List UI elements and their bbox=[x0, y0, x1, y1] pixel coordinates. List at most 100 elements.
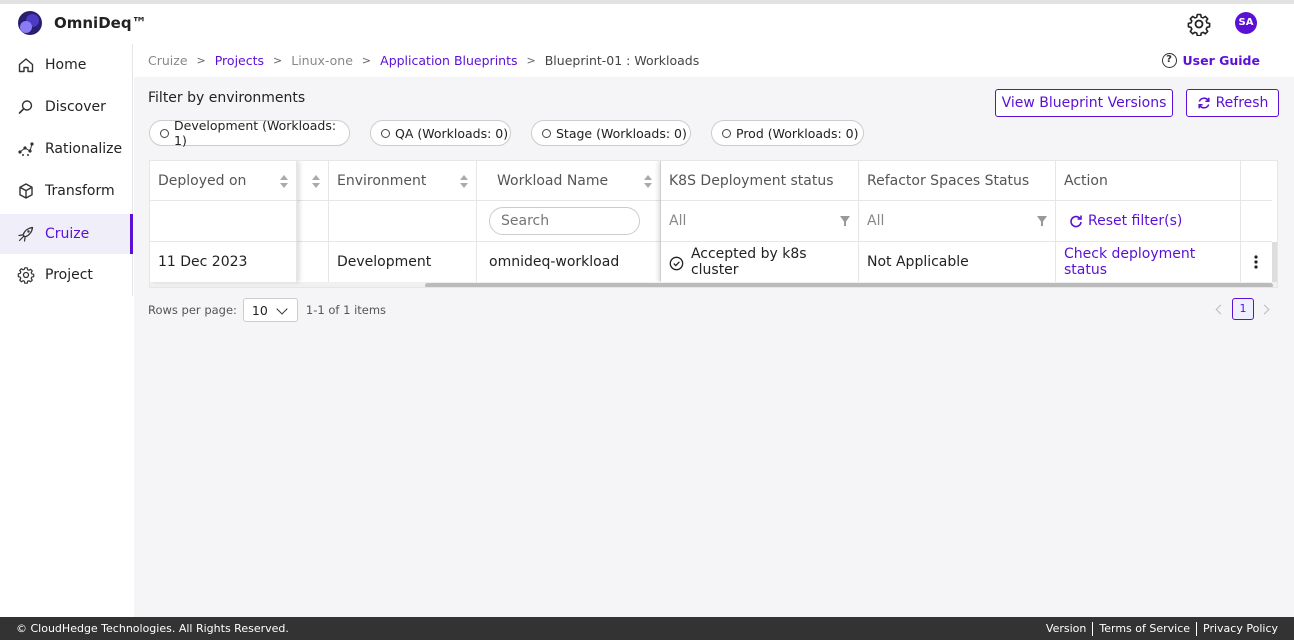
cell-refactor-status: Not Applicable bbox=[867, 254, 969, 270]
user-avatar[interactable]: SA bbox=[1235, 12, 1257, 34]
filter-value: All bbox=[669, 213, 687, 229]
header-label: Action bbox=[1064, 172, 1108, 189]
sidebar-item-home[interactable]: Home bbox=[0, 45, 133, 85]
rows-per-page-value: 10 bbox=[251, 302, 268, 318]
header-k8s-status: K8S Deployment status bbox=[661, 161, 858, 201]
settings-gear-icon[interactable] bbox=[1187, 12, 1211, 36]
sidebar-item-transform[interactable]: Transform bbox=[0, 171, 133, 211]
sort-icon[interactable] bbox=[312, 175, 320, 189]
filter-funnel-icon[interactable] bbox=[840, 216, 850, 226]
sidebar-item-rationalize[interactable]: Rationalize bbox=[0, 129, 133, 169]
rationalize-icon bbox=[18, 142, 34, 156]
row-actions-menu[interactable] bbox=[1241, 242, 1272, 282]
cell-k8s-status: Accepted by k8s cluster bbox=[661, 242, 858, 282]
sidebar-item-label: Home bbox=[45, 57, 87, 73]
chevron-right-icon: > bbox=[526, 54, 536, 67]
workloads-table: Deployed on 11 Dec 2023 Environment Deve… bbox=[149, 160, 1278, 288]
sidebar-item-project[interactable]: Project bbox=[0, 255, 133, 295]
header-environment[interactable]: Environment bbox=[329, 161, 476, 201]
vertical-scrollbar[interactable] bbox=[1272, 242, 1277, 282]
workload-search-input[interactable] bbox=[489, 207, 640, 235]
discover-icon bbox=[18, 100, 33, 114]
column-unnamed bbox=[297, 161, 329, 282]
column-refactor-status: Refactor Spaces Status All Not Applicabl… bbox=[859, 161, 1056, 282]
sort-icon[interactable] bbox=[280, 175, 288, 189]
header-deployed-on[interactable]: Deployed on bbox=[150, 161, 296, 201]
brand-name[interactable]: OmniDeq™ bbox=[54, 14, 147, 32]
reset-filters-label: Reset filter(s) bbox=[1088, 213, 1183, 229]
header-workload-name[interactable]: Workload Name bbox=[477, 161, 660, 201]
check-circle-icon bbox=[669, 256, 684, 270]
chip-label: Prod (Workloads: 0) bbox=[736, 125, 859, 141]
chevron-right-icon: > bbox=[273, 54, 283, 67]
footer: © CloudHedge Technologies. All Rights Re… bbox=[0, 617, 1294, 640]
filter-value: All bbox=[867, 213, 885, 229]
user-guide-link[interactable]: ? User Guide bbox=[1161, 53, 1260, 68]
page-button-1[interactable]: 1 bbox=[1232, 298, 1254, 320]
omnideq-logo[interactable] bbox=[18, 11, 42, 35]
header-label: Environment bbox=[337, 172, 427, 189]
breadcrumb-application-blueprints[interactable]: Application Blueprints bbox=[380, 53, 517, 68]
footer-link-version[interactable]: Version bbox=[1040, 622, 1092, 635]
filter-k8s-select[interactable]: All bbox=[661, 201, 858, 242]
env-chip-development[interactable]: Development (Workloads: 1) bbox=[149, 118, 350, 148]
copyright-text: © CloudHedge Technologies. All Rights Re… bbox=[16, 622, 289, 635]
sort-icon[interactable] bbox=[460, 175, 468, 189]
header-label: Refactor Spaces Status bbox=[867, 172, 1030, 189]
chip-label: Stage (Workloads: 0) bbox=[556, 125, 687, 141]
sidebar-item-cruize[interactable]: Cruize bbox=[0, 214, 133, 254]
sidebar-item-label: Transform bbox=[45, 183, 115, 199]
env-chip-qa[interactable]: QA (Workloads: 0) bbox=[370, 120, 511, 146]
column-action: Action Reset filter(s) Check deployment … bbox=[1056, 161, 1241, 282]
next-page-icon[interactable] bbox=[1259, 304, 1270, 315]
kebab-menu-icon[interactable] bbox=[1253, 254, 1259, 270]
prev-page-icon[interactable] bbox=[1215, 304, 1226, 315]
header-empty bbox=[1241, 161, 1272, 201]
cube-icon bbox=[19, 183, 33, 199]
gear-icon bbox=[17, 267, 35, 284]
footer-link-terms[interactable]: Terms of Service bbox=[1093, 622, 1196, 635]
filter-refactor-select[interactable]: All bbox=[859, 201, 1055, 242]
rocket-icon bbox=[18, 226, 34, 242]
check-deployment-status-link[interactable]: Check deployment status bbox=[1056, 242, 1240, 282]
breadcrumb-linux-one[interactable]: Linux-one bbox=[291, 53, 353, 68]
horizontal-scrollbar[interactable] bbox=[150, 282, 1277, 287]
column-k8s-status: K8S Deployment status All Accepted by k8… bbox=[661, 161, 859, 282]
cell-workload-name: omnideq-workload bbox=[489, 254, 620, 270]
radio-icon bbox=[722, 129, 731, 138]
header-label: Workload Name bbox=[497, 172, 609, 189]
filter-funnel-icon[interactable] bbox=[1037, 216, 1047, 226]
header-action: Action bbox=[1056, 161, 1240, 201]
scrollbar-thumb[interactable] bbox=[425, 283, 1273, 287]
view-blueprint-versions-button[interactable]: View Blueprint Versions bbox=[995, 89, 1173, 117]
cell-environment: Development bbox=[337, 254, 432, 270]
filter-cell-empty bbox=[150, 201, 296, 242]
sidebar-item-discover[interactable]: Discover bbox=[0, 87, 133, 127]
refresh-button[interactable]: Refresh bbox=[1186, 89, 1279, 117]
env-chip-stage[interactable]: Stage (Workloads: 0) bbox=[531, 120, 691, 146]
breadcrumb: Cruize > Projects > Linux-one > Applicat… bbox=[134, 44, 1294, 77]
sidebar: Home Discover Rationalize Transform Crui… bbox=[0, 44, 133, 296]
sidebar-item-label: Project bbox=[45, 267, 93, 283]
breadcrumb-cruize[interactable]: Cruize bbox=[148, 53, 188, 68]
home-icon bbox=[18, 58, 34, 73]
refresh-label: Refresh bbox=[1215, 95, 1269, 111]
breadcrumb-current: Blueprint-01 : Workloads bbox=[544, 53, 700, 68]
sort-icon[interactable] bbox=[644, 175, 652, 189]
radio-icon bbox=[160, 129, 169, 138]
env-chip-prod[interactable]: Prod (Workloads: 0) bbox=[711, 120, 864, 146]
reset-icon bbox=[1070, 215, 1082, 228]
sidebar-item-label: Rationalize bbox=[45, 141, 123, 157]
radio-icon bbox=[542, 129, 551, 138]
app-header: OmniDeq™ SA bbox=[0, 4, 1294, 44]
rows-per-page-select[interactable]: 10 bbox=[242, 298, 298, 322]
filter-title: Filter by environments bbox=[148, 90, 306, 106]
header-label: K8S Deployment status bbox=[669, 172, 834, 189]
header-refactor-status: Refactor Spaces Status bbox=[859, 161, 1055, 201]
reset-filters-button[interactable]: Reset filter(s) bbox=[1056, 201, 1240, 242]
rows-per-page-label: Rows per page: bbox=[148, 303, 237, 317]
filter-cell-empty bbox=[329, 201, 476, 242]
footer-link-privacy[interactable]: Privacy Policy bbox=[1197, 622, 1278, 635]
breadcrumb-projects[interactable]: Projects bbox=[215, 53, 264, 68]
header-unnamed[interactable] bbox=[297, 161, 328, 201]
